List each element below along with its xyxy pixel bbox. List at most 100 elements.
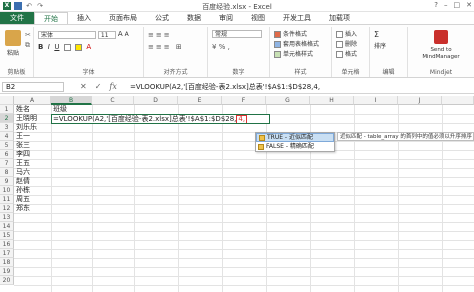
row-header-6[interactable]: 6 <box>0 150 14 159</box>
worksheet-grid[interactable]: A B C D E F G H I J 1 2 3 4 5 6 7 8 9 10… <box>0 96 474 292</box>
formula-input[interactable]: =VLOOKUP(A2,'[百度经验-表2.xlsx]总表'!$A$1:$D$2… <box>130 82 472 92</box>
row-header-14[interactable]: 14 <box>0 222 14 231</box>
grow-font-icon[interactable]: A <box>118 30 123 38</box>
cell-a5[interactable]: 张三 <box>15 141 51 150</box>
insert-cells-button[interactable]: 插入 <box>336 29 357 38</box>
row-header-2[interactable]: 2 <box>0 114 14 123</box>
bold-icon[interactable]: B <box>38 43 43 51</box>
cell-a7[interactable]: 王五 <box>15 159 51 168</box>
column-header-b[interactable]: B <box>51 96 92 105</box>
italic-icon[interactable]: I <box>48 43 50 51</box>
paste-button[interactable]: 粘贴 <box>3 30 23 57</box>
cell-a9[interactable]: 赵倩 <box>15 177 51 186</box>
help-icon[interactable]: ? <box>434 0 438 11</box>
tab-developer[interactable]: 开发工具 <box>274 12 320 24</box>
align-middle-icon[interactable]: ≡ <box>156 31 164 39</box>
close-icon[interactable]: ✕ <box>466 0 472 11</box>
align-left-icon[interactable]: ≡ <box>148 43 156 51</box>
tab-formulas[interactable]: 公式 <box>146 12 178 24</box>
tab-data[interactable]: 数据 <box>178 12 210 24</box>
column-header-d[interactable]: D <box>134 96 178 105</box>
column-header-f[interactable]: F <box>222 96 266 105</box>
insert-function-icon[interactable]: fx <box>109 81 116 93</box>
cell-a6[interactable]: 李四 <box>15 150 51 159</box>
cancel-icon[interactable]: ✕ <box>80 81 87 93</box>
autosum-button[interactable]: Σ <box>374 30 379 39</box>
column-header-i[interactable]: I <box>354 96 398 105</box>
tab-insert[interactable]: 插入 <box>68 12 100 24</box>
cell-b2-editor[interactable]: =VLOOKUP(A2,'[百度经验-表2.xlsx]总表'!$A$1:$D$2… <box>51 114 270 124</box>
column-header-e[interactable]: E <box>178 96 222 105</box>
row-header-12[interactable]: 12 <box>0 204 14 213</box>
row-header-16[interactable]: 16 <box>0 240 14 249</box>
row-header-20[interactable]: 20 <box>0 276 14 285</box>
row-header-10[interactable]: 10 <box>0 186 14 195</box>
font-size-select[interactable]: 11 <box>97 30 116 39</box>
row-header-5[interactable]: 5 <box>0 141 14 150</box>
align-right-icon[interactable]: ≡ <box>164 43 172 51</box>
row-header-11[interactable]: 11 <box>0 195 14 204</box>
copy-icon[interactable]: ⧉ <box>25 41 30 50</box>
cell-b1[interactable]: 班级 <box>52 105 92 114</box>
row-header-4[interactable]: 4 <box>0 132 14 141</box>
cell-a11[interactable]: 周五 <box>15 195 51 204</box>
column-header-a[interactable]: A <box>14 96 51 105</box>
column-header-k[interactable] <box>442 96 474 105</box>
cell-a12[interactable]: 郑东 <box>15 204 51 213</box>
cell-a3[interactable]: 刘乐乐 <box>15 123 51 132</box>
cell-a10[interactable]: 孙栋 <box>15 186 51 195</box>
shrink-font-icon[interactable]: A <box>125 31 129 38</box>
autocomplete-item-true[interactable]: TRUE - 近似匹配 <box>256 133 334 142</box>
comma-icon[interactable]: , <box>228 43 230 51</box>
align-top-icon[interactable]: ≡ <box>148 31 156 39</box>
border-icon[interactable] <box>63 43 71 51</box>
cell-a8[interactable]: 马六 <box>15 168 51 177</box>
row-header-7[interactable]: 7 <box>0 159 14 168</box>
row-header-17[interactable]: 17 <box>0 249 14 258</box>
cell-a1[interactable]: 姓名 <box>15 105 51 114</box>
format-as-table-button[interactable]: 套用表格格式 <box>274 39 319 48</box>
cut-icon[interactable]: ✂ <box>25 31 31 39</box>
fill-color-icon[interactable] <box>75 43 83 51</box>
format-cells-button[interactable]: 格式 <box>336 49 357 58</box>
conditional-format-button[interactable]: 条件格式 <box>274 29 307 38</box>
row-header-15[interactable]: 15 <box>0 231 14 240</box>
cell-styles-button[interactable]: 单元格样式 <box>274 49 313 58</box>
font-name-select[interactable]: 宋体 <box>38 30 96 39</box>
row-header-8[interactable]: 8 <box>0 168 14 177</box>
tab-page-layout[interactable]: 页面布局 <box>100 12 146 24</box>
align-center-icon[interactable]: ≡ <box>156 43 164 51</box>
tab-file[interactable]: 文件 <box>0 12 34 24</box>
number-format-select[interactable]: 常规 <box>212 30 262 38</box>
maximize-icon[interactable]: □ <box>454 0 461 11</box>
underline-icon[interactable]: U <box>54 43 59 51</box>
autocomplete-item-false[interactable]: FALSE - 精确匹配 <box>256 142 334 151</box>
cell-a2[interactable]: 王晓明 <box>15 114 51 123</box>
row-header-18[interactable]: 18 <box>0 258 14 267</box>
minimize-icon[interactable]: – <box>444 0 448 11</box>
enter-icon[interactable]: ✓ <box>95 81 102 93</box>
sort-filter-button[interactable]: 排序 <box>374 41 386 50</box>
row-header-19[interactable]: 19 <box>0 267 14 276</box>
autocomplete-list[interactable]: TRUE - 近似匹配 FALSE - 精确匹配 <box>255 132 335 152</box>
cell-a4[interactable]: 王一 <box>15 132 51 141</box>
column-header-c[interactable]: C <box>92 96 134 105</box>
row-header-3[interactable]: 3 <box>0 123 14 132</box>
merge-cells-icon[interactable]: ⊞ <box>176 43 184 51</box>
align-bottom-icon[interactable]: ≡ <box>164 31 172 39</box>
font-color-icon[interactable]: A <box>86 43 91 51</box>
tab-review[interactable]: 审阅 <box>210 12 242 24</box>
delete-cells-button[interactable]: 删除 <box>336 39 357 48</box>
percent-icon[interactable]: % <box>219 43 226 51</box>
row-header-1[interactable]: 1 <box>0 105 14 114</box>
row-header-13[interactable]: 13 <box>0 213 14 222</box>
tab-view[interactable]: 视图 <box>242 12 274 24</box>
column-header-g[interactable]: G <box>266 96 310 105</box>
column-header-h[interactable]: H <box>310 96 354 105</box>
tab-addins[interactable]: 加载项 <box>320 12 359 24</box>
tab-home[interactable]: 开始 <box>34 12 68 24</box>
name-box[interactable]: B2 <box>2 82 64 92</box>
column-header-j[interactable]: J <box>398 96 442 105</box>
currency-icon[interactable]: ¥ <box>212 43 216 51</box>
select-all-corner[interactable] <box>0 96 14 105</box>
